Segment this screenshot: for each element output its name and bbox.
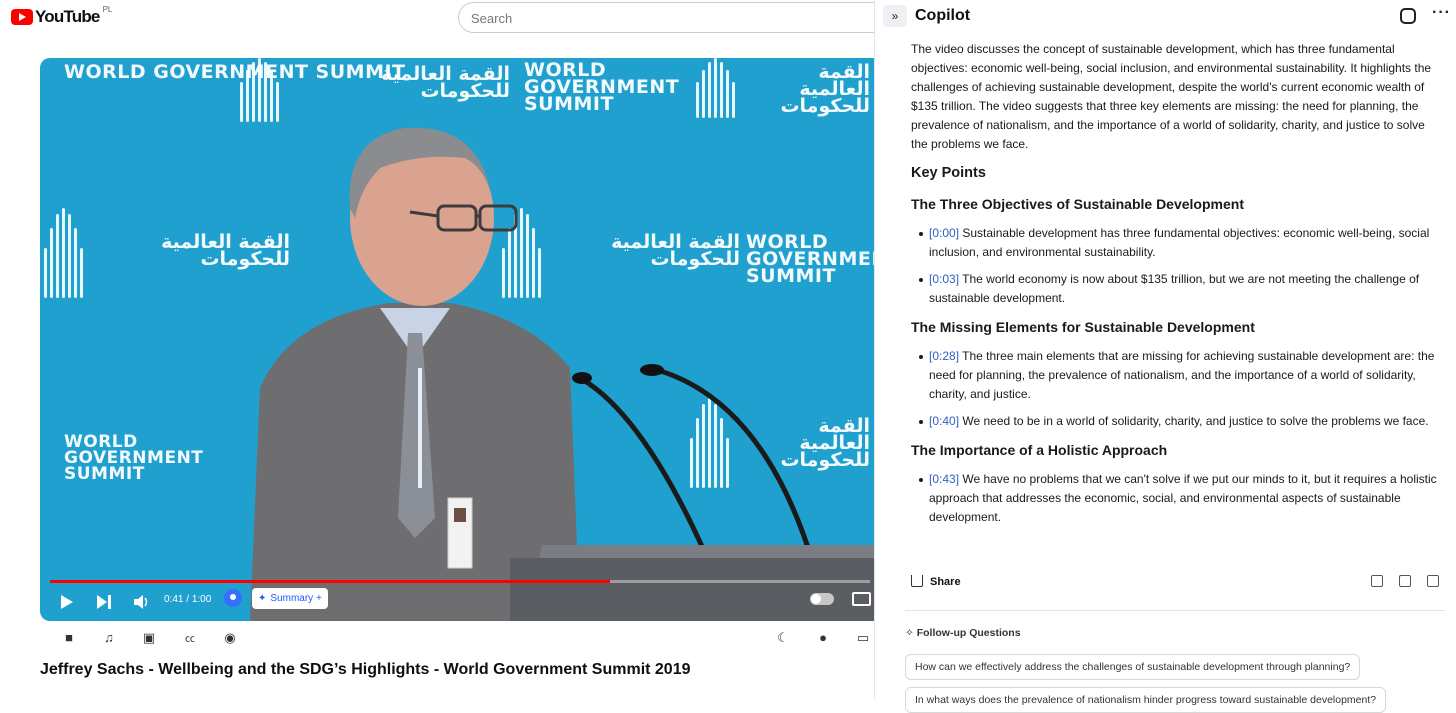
stage-logo-text: WORLD GOVERNMENT SUMMIT <box>64 432 204 484</box>
youtube-wordmark: YouTube <box>35 7 100 26</box>
divider <box>905 610 1445 611</box>
moon-icon[interactable]: ☾ <box>774 630 792 646</box>
timestamp-link[interactable]: [0:03] <box>929 272 959 286</box>
stage-logo-text: WORLD GOVERNMENT SUMMIT <box>746 231 874 287</box>
key-point-text: We need to be in a world of solidarity, … <box>962 414 1429 428</box>
section-points: [0:00] Sustainable development has three… <box>911 224 1441 308</box>
timestamp-link[interactable]: [0:00] <box>929 226 959 240</box>
stage-arabic-text: القمة العالمية للحكومات <box>780 61 870 117</box>
copilot-header: » Copilot ··· <box>875 0 1456 34</box>
followup-label-text: Follow-up Questions <box>916 627 1021 639</box>
location-pin-icon[interactable] <box>224 589 242 607</box>
thumbs-up-icon[interactable] <box>1371 575 1383 587</box>
subtitles-icon[interactable] <box>852 592 871 606</box>
youtube-play-logo-icon <box>11 9 33 25</box>
region-code: PL <box>102 4 113 14</box>
search-input[interactable]: Search <box>458 2 888 33</box>
key-point: [0:43] We have no problems that we can't… <box>919 470 1441 527</box>
summary-content: The video discusses the concept of susta… <box>911 40 1441 535</box>
followup-sparkle-icon: ✧ <box>905 627 914 639</box>
share-icon[interactable] <box>911 575 923 587</box>
stage-bars-graphic <box>696 58 735 118</box>
share-button[interactable]: Share <box>930 576 961 588</box>
summary-button[interactable]: ✦ Summary + <box>252 588 328 609</box>
sparkle-icon: ✦ <box>258 593 267 604</box>
closed-captions-icon[interactable]: ㏄ <box>181 630 199 645</box>
video-title: Jeffrey Sachs - Wellbeing and the SDG’s … <box>40 661 691 678</box>
lightbulb-icon[interactable]: ● <box>814 630 832 645</box>
youtube-logo[interactable]: YouTube PL <box>11 4 113 27</box>
followup-label: ✧ Follow-up Questions <box>905 627 1021 639</box>
youtube-page: YouTube PL Search WORLD GOVERNMENT SUMMI… <box>0 0 888 699</box>
music-note-icon[interactable]: ♫ <box>100 630 118 645</box>
home-icon[interactable] <box>1400 8 1416 24</box>
video-camera-icon[interactable]: ■ <box>60 630 78 645</box>
timestamp-link[interactable]: [0:43] <box>929 472 959 486</box>
key-point-text: The world economy is now about $135 tril… <box>929 272 1420 305</box>
volume-icon[interactable] <box>133 594 151 610</box>
copy-icon[interactable] <box>1427 575 1439 587</box>
next-icon[interactable] <box>96 594 112 610</box>
summary-intro: The video discusses the concept of susta… <box>911 42 1432 151</box>
section-points: [0:43] We have no problems that we can't… <box>911 470 1441 527</box>
copilot-title: Copilot <box>915 7 971 24</box>
time-current: 0:41 <box>164 594 184 605</box>
section-points: [0:28] The three main elements that are … <box>911 347 1441 431</box>
summary-label: Summary + <box>270 593 322 604</box>
extension-toolbar: ■ ♫ ▣ ㏄ ◉ ☾ ● ▭ <box>40 628 874 652</box>
section-heading: The Missing Elements for Sustainable Dev… <box>911 319 1255 335</box>
followup-question[interactable]: How can we effectively address the chall… <box>905 654 1361 680</box>
picture-in-picture-icon[interactable]: ▭ <box>854 630 872 646</box>
play-icon[interactable] <box>60 594 74 610</box>
timestamp-link[interactable]: [0:40] <box>929 414 959 428</box>
copilot-panel: » Copilot ··· The video discusses the co… <box>874 0 1456 713</box>
key-point: [0:00] Sustainable development has three… <box>919 224 1441 262</box>
video-player[interactable]: WORLD GOVERNMENT SUMMIT القمة العالمية ل… <box>40 58 874 621</box>
section-heading: The Three Objectives of Sustainable Deve… <box>911 196 1244 212</box>
key-point: [0:28] The three main elements that are … <box>919 347 1441 404</box>
more-options-icon[interactable]: ··· <box>1432 4 1451 22</box>
key-point-text: Sustainable development has three fundam… <box>929 226 1430 259</box>
camera-icon[interactable]: ◉ <box>221 630 239 646</box>
stage-arabic-text: القمة العالمية للحكومات <box>381 63 510 102</box>
stage-logo-text: WORLD GOVERNMENT SUMMIT <box>64 61 406 83</box>
timestamp-link[interactable]: [0:28] <box>929 349 959 363</box>
player-controls: 0:41 / 1:00 ✦ Summary + <box>40 583 874 621</box>
key-point: [0:03] The world economy is now about $1… <box>919 270 1441 308</box>
followup-question[interactable]: In what ways does the prevalence of nati… <box>905 687 1387 713</box>
key-point: [0:40] We need to be in a world of solid… <box>919 412 1441 431</box>
key-point-text: We have no problems that we can't solve … <box>929 472 1437 524</box>
autoplay-toggle[interactable] <box>810 593 834 605</box>
key-point-text: The three main elements that are missing… <box>929 349 1435 401</box>
response-actions: Share <box>911 573 1441 593</box>
section-heading: The Importance of a Holistic Approach <box>911 442 1168 458</box>
time-total: 1:00 <box>191 594 212 605</box>
key-points-heading: Key Points <box>911 165 986 181</box>
thumbs-down-icon[interactable] <box>1399 575 1411 587</box>
image-icon[interactable]: ▣ <box>140 630 158 646</box>
collapse-panel-icon[interactable]: » <box>883 5 907 27</box>
time-display: 0:41 / 1:00 <box>164 594 212 605</box>
stage-bars-graphic <box>44 208 83 298</box>
